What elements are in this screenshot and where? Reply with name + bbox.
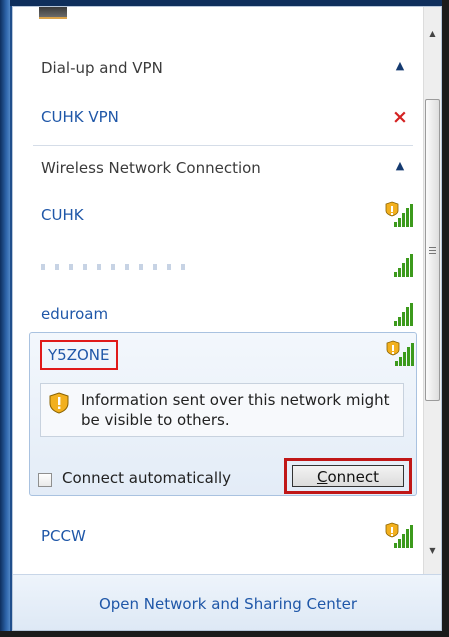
chevron-up-icon[interactable]: ▲ — [393, 59, 407, 73]
security-warning-text: Information sent over this network might… — [81, 391, 390, 429]
window-frame-bottom — [0, 631, 449, 637]
network-icon — [39, 7, 67, 19]
window-frame-right — [442, 0, 449, 637]
scroll-down-arrow-icon[interactable]: ▼ — [424, 542, 441, 559]
connect-button-highlight: Connect — [284, 458, 412, 494]
open-network-sharing-center-link[interactable]: Open Network and Sharing Center — [13, 595, 441, 613]
connection-list: Dial-up and VPN ▲ CUHK VPN × Wireless Ne… — [13, 7, 423, 574]
signal-strength-warning-icon — [385, 522, 413, 548]
signal-strength-icon — [394, 303, 413, 326]
section-label: Dial-up and VPN — [41, 59, 163, 77]
grip-line — [429, 250, 436, 251]
vertical-scrollbar[interactable]: ▲ ▼ — [423, 7, 441, 574]
flyout-footer: Open Network and Sharing Center — [13, 574, 441, 630]
signal-strength-warning-icon — [386, 340, 414, 366]
list-item-network[interactable]: eduroam — [13, 293, 423, 337]
connect-button[interactable]: Connect — [292, 465, 404, 487]
signal-strength-warning-icon — [385, 201, 413, 227]
list-item-network[interactable]: PCCW — [13, 515, 423, 559]
selected-network-panel[interactable]: Y5ZONE Information sent over this networ… — [29, 332, 417, 496]
connect-button-label: onnect — [327, 468, 380, 486]
network-name: CUHK — [41, 206, 84, 224]
warning-shield-icon — [49, 392, 69, 414]
list-item-vpn[interactable]: CUHK VPN × — [13, 96, 423, 140]
network-flyout: Dial-up and VPN ▲ CUHK VPN × Wireless Ne… — [12, 6, 442, 631]
connect-button-accesskey: C — [316, 468, 328, 486]
selected-network-name: Y5ZONE — [40, 340, 118, 370]
list-item-network[interactable]: CUHK — [13, 194, 423, 238]
redacted-network-name — [41, 264, 191, 270]
section-wireless[interactable]: Wireless Network Connection ▲ — [13, 145, 423, 193]
grip-line — [429, 253, 436, 254]
connect-automatically-label[interactable]: Connect automatically — [62, 469, 231, 487]
network-name: CUHK VPN — [41, 108, 119, 126]
grip-line — [429, 247, 436, 248]
scrollbar-thumb[interactable] — [425, 99, 440, 401]
network-name: PCCW — [41, 527, 86, 545]
chevron-up-icon[interactable]: ▲ — [393, 159, 407, 173]
section-dialup-vpn[interactable]: Dial-up and VPN ▲ — [13, 45, 423, 93]
connect-automatically-checkbox[interactable] — [38, 473, 52, 487]
security-warning-box: Information sent over this network might… — [40, 383, 404, 437]
window-frame-left — [0, 0, 10, 637]
scroll-up-arrow-icon[interactable]: ▲ — [424, 25, 441, 42]
signal-strength-icon — [394, 254, 413, 277]
section-label: Wireless Network Connection — [41, 159, 261, 177]
network-name: eduroam — [41, 305, 109, 323]
disconnected-x-icon: × — [392, 106, 408, 128]
list-item-network[interactable] — [13, 244, 423, 288]
